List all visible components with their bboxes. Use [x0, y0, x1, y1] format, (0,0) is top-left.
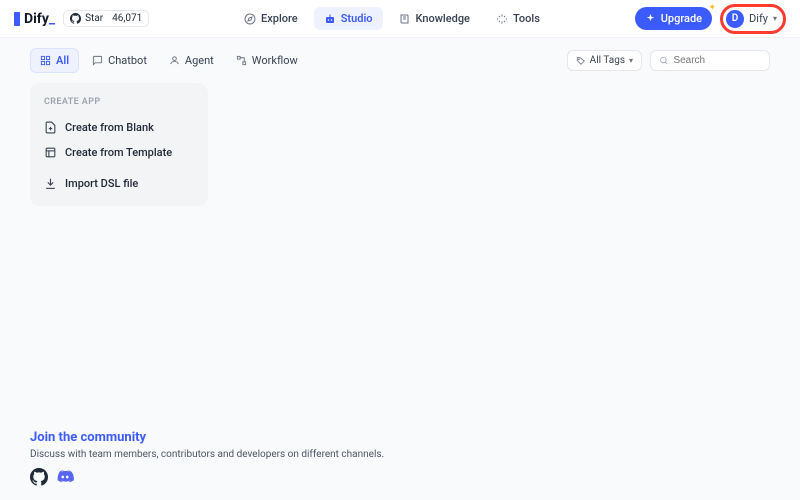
star-label: Star	[85, 13, 103, 24]
github-link[interactable]	[30, 468, 48, 486]
search-icon	[659, 55, 668, 66]
chat-icon	[92, 55, 103, 66]
filter-chatbot[interactable]: Chatbot	[83, 48, 156, 73]
content-area: CREATE APP Create from Blank Create from…	[0, 83, 800, 206]
create-app-card: CREATE APP Create from Blank Create from…	[30, 83, 208, 206]
nav-tools-label: Tools	[513, 12, 540, 25]
tag-icon	[576, 56, 586, 66]
sparkle-icon	[645, 13, 656, 24]
compass-icon	[244, 13, 256, 25]
robot-icon	[324, 13, 336, 25]
create-app-title: CREATE APP	[30, 97, 208, 115]
filter-all-label: All	[56, 54, 69, 67]
sparkle-badge-icon: ✦	[709, 3, 717, 13]
user-menu[interactable]: D Dify ▾	[720, 4, 786, 34]
create-template-label: Create from Template	[65, 146, 172, 159]
brand-name: Dify	[24, 11, 49, 27]
filter-agent[interactable]: Agent	[160, 48, 223, 73]
filter-agent-label: Agent	[185, 54, 214, 67]
nav-knowledge-label: Knowledge	[416, 12, 470, 25]
chevron-down-icon: ▾	[773, 14, 777, 23]
github-star-count: 46,071	[106, 10, 149, 27]
filter-bar: All Chatbot Agent Workflow All Tags ▾	[0, 38, 800, 83]
filter-chatbot-label: Chatbot	[108, 54, 147, 67]
community-title: Join the community	[30, 430, 384, 445]
all-tags-dropdown[interactable]: All Tags ▾	[567, 50, 642, 71]
create-blank-label: Create from Blank	[65, 121, 154, 134]
brand-logo[interactable]: Dify_	[14, 11, 55, 27]
github-icon	[70, 13, 81, 24]
nav-studio-label: Studio	[341, 12, 373, 25]
file-plus-icon	[44, 121, 57, 134]
create-from-blank[interactable]: Create from Blank	[30, 115, 208, 140]
search-box[interactable]	[650, 50, 770, 71]
avatar: D	[726, 10, 744, 28]
discord-link[interactable]	[56, 468, 74, 486]
filter-workflow[interactable]: Workflow	[227, 48, 307, 73]
chevron-down-icon: ▾	[629, 56, 633, 65]
discord-icon	[56, 468, 74, 486]
upgrade-label: Upgrade	[661, 12, 702, 25]
workflow-icon	[236, 55, 247, 66]
filter-all[interactable]: All	[30, 48, 79, 73]
tools-icon	[496, 13, 508, 25]
app-header: Dify_ Star 46,071 Explore Studio Knowled…	[0, 0, 800, 38]
import-dsl-file[interactable]: Import DSL file	[30, 171, 208, 196]
import-dsl-label: Import DSL file	[65, 177, 138, 190]
upgrade-button[interactable]: Upgrade ✦	[635, 7, 712, 30]
create-from-template[interactable]: Create from Template	[30, 140, 208, 165]
user-name-label: Dify	[749, 12, 768, 25]
nav-studio[interactable]: Studio	[314, 7, 383, 30]
grid-icon	[40, 55, 51, 66]
nav-explore-label: Explore	[261, 12, 298, 25]
main-nav: Explore Studio Knowledge Tools	[149, 7, 634, 30]
nav-knowledge[interactable]: Knowledge	[389, 7, 480, 30]
header-right: Upgrade ✦ D Dify ▾	[635, 4, 786, 34]
avatar-initial: D	[732, 13, 739, 24]
template-icon	[44, 146, 57, 159]
nav-explore[interactable]: Explore	[234, 7, 308, 30]
subbar-right: All Tags ▾	[567, 50, 770, 71]
community-links	[30, 468, 384, 486]
filter-group: All Chatbot Agent Workflow	[30, 48, 307, 73]
all-tags-label: All Tags	[590, 55, 625, 66]
filter-workflow-label: Workflow	[252, 54, 298, 67]
github-star-button[interactable]: Star	[63, 10, 110, 27]
brand-underscore: _	[49, 11, 55, 27]
github-icon	[30, 468, 48, 486]
logo-mark-icon	[14, 12, 20, 26]
nav-tools[interactable]: Tools	[486, 7, 550, 30]
import-icon	[44, 177, 57, 190]
book-icon	[399, 13, 411, 25]
community-subtitle: Discuss with team members, contributors …	[30, 449, 384, 460]
agent-icon	[169, 55, 180, 66]
search-input[interactable]	[673, 55, 761, 66]
community-footer: Join the community Discuss with team mem…	[30, 430, 384, 486]
